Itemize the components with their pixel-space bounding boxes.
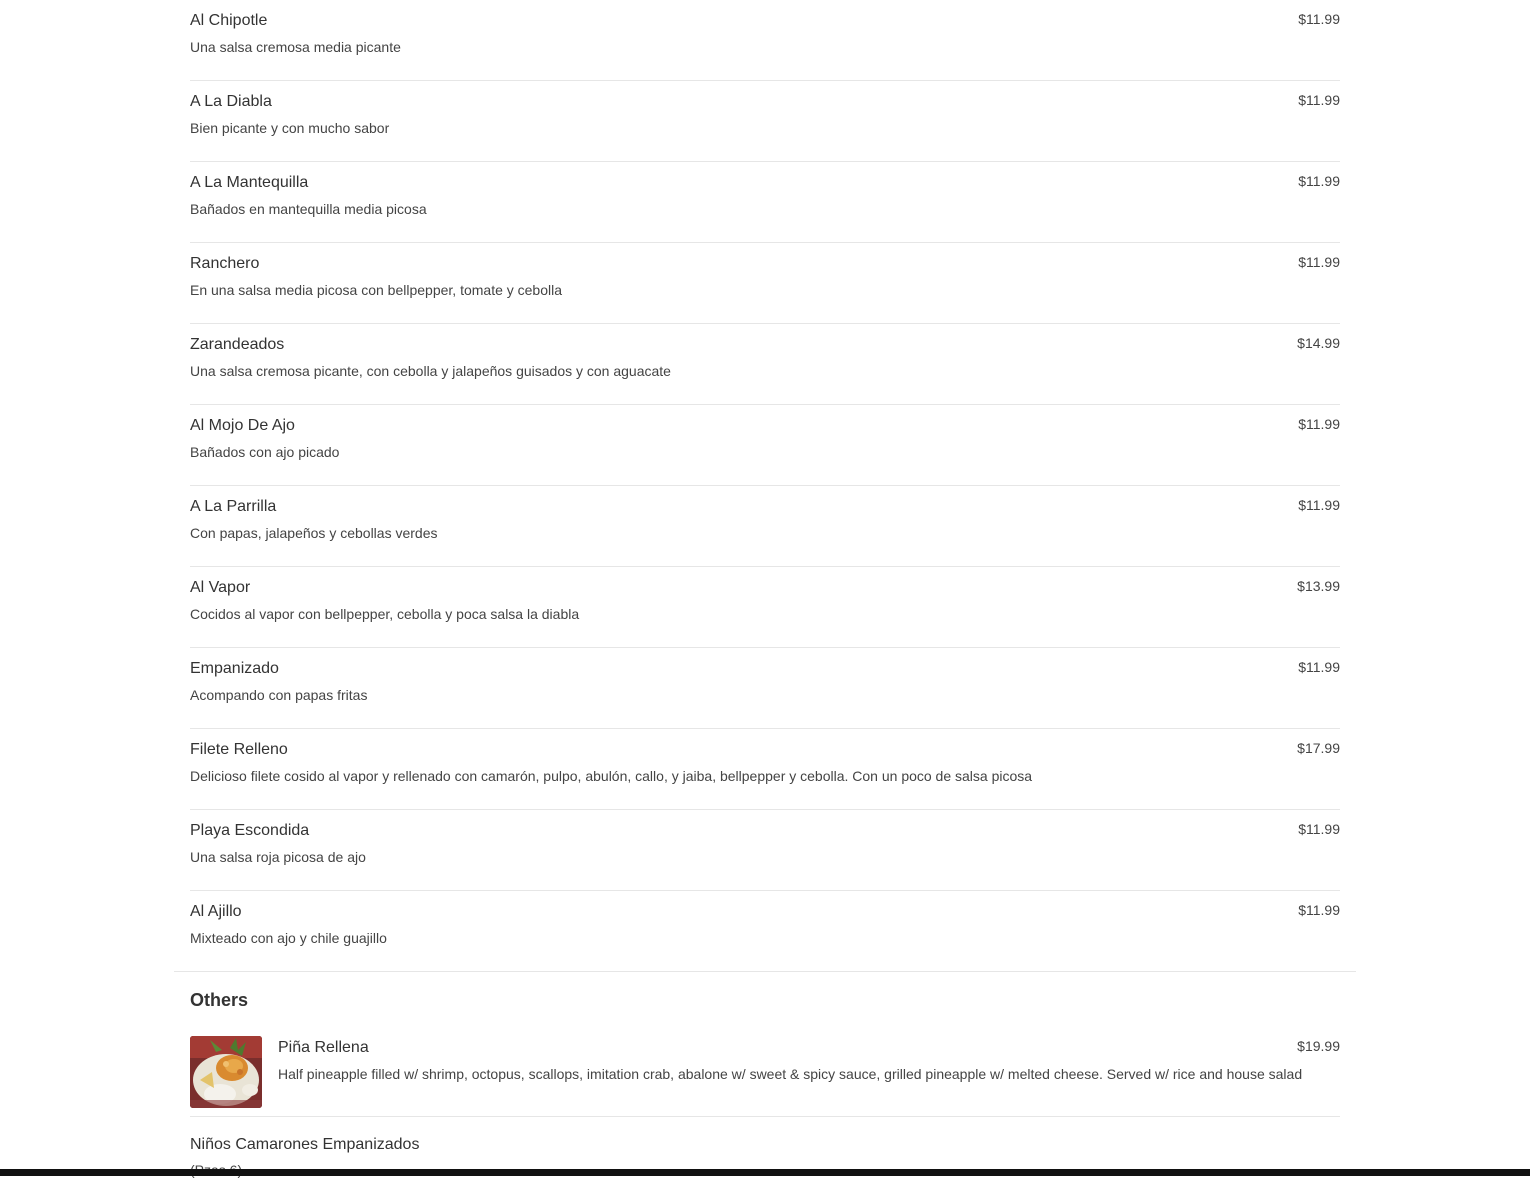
- menu-item[interactable]: Empanizado Acompando con papas fritas $11.…: [190, 648, 1340, 729]
- item-name[interactable]: Piña Rellena: [278, 1038, 369, 1058]
- item-name[interactable]: A La Mantequilla: [190, 173, 308, 193]
- item-description: Acompando con papas fritas: [190, 687, 368, 703]
- item-description: Cocidos al vapor con bellpepper, cebolla…: [190, 606, 580, 622]
- menu-item[interactable]: Filete Relleno Delicioso filete cosido al…: [190, 729, 1340, 810]
- item-description: En una salsa media picosa con bellpepper…: [190, 282, 563, 298]
- item-price: $11.99: [1298, 11, 1340, 27]
- item-price: $14.99: [1297, 335, 1340, 351]
- item-description: Una salsa cremosa picante, con cebolla y…: [190, 363, 671, 379]
- item-price: $11.99: [1298, 92, 1340, 108]
- item-name[interactable]: A La Diabla: [190, 92, 272, 112]
- menu-item[interactable]: A La Parrilla Con papas, jalapeños y cebo…: [190, 486, 1340, 567]
- item-name[interactable]: Al Chipotle: [190, 11, 267, 31]
- menu-item[interactable]: Al Vapor Cocidos al vapor con bellpepper,…: [190, 567, 1340, 648]
- menu-item-ninos-camarones-empanizados[interactable]: Niños Camarones Empanizados (Pzas 6): [190, 1117, 1340, 1178]
- item-description: Bien picante y con mucho sabor: [190, 120, 390, 136]
- menu-item[interactable]: Playa Escondida Una salsa roja picosa de …: [190, 810, 1340, 891]
- pineapple-dish-image: [190, 1036, 262, 1108]
- item-description: Half pineapple filled w/ shrimp, octopus…: [278, 1066, 1303, 1082]
- item-name[interactable]: Playa Escondida: [190, 821, 309, 841]
- item-name[interactable]: Al Mojo De Ajo: [190, 416, 295, 436]
- item-name[interactable]: A La Parrilla: [190, 497, 276, 517]
- menu-item-pina-rellena[interactable]: Piña Rellena Half pineapple filled w/ sh…: [190, 1028, 1340, 1117]
- mariscos-list: Al Chipotle Una salsa cremosa media pican…: [190, 0, 1340, 971]
- item-name[interactable]: Niños Camarones Empanizados: [190, 1135, 419, 1155]
- menu-item[interactable]: Ranchero En una salsa media picosa con be…: [190, 243, 1340, 324]
- item-price: $11.99: [1298, 416, 1340, 432]
- item-name[interactable]: Empanizado: [190, 659, 279, 679]
- item-name[interactable]: Filete Relleno: [190, 740, 288, 760]
- item-description: Una salsa cremosa media picante: [190, 39, 401, 55]
- pina-rellena-photo[interactable]: [190, 1036, 262, 1108]
- item-name[interactable]: Al Ajillo: [190, 902, 242, 922]
- menu-container: Al Chipotle Una salsa cremosa media pican…: [174, 0, 1356, 1178]
- item-price: $11.99: [1298, 254, 1340, 270]
- menu-item[interactable]: Al Mojo De Ajo Bañados con ajo picado $11.…: [190, 405, 1340, 486]
- item-description: Mixteado con ajo y chile guajillo: [190, 930, 387, 946]
- item-description: Bañados en mantequilla media picosa: [190, 201, 427, 217]
- section-heading: Others: [190, 972, 1340, 1028]
- item-price: $11.99: [1298, 821, 1340, 837]
- item-price: $11.99: [1298, 659, 1340, 675]
- item-price: $17.99: [1297, 740, 1340, 756]
- item-description: Una salsa roja picosa de ajo: [190, 849, 366, 865]
- menu-item[interactable]: Al Ajillo Mixteado con ajo y chile guajil…: [190, 891, 1340, 971]
- menu-item[interactable]: A La Diabla Bien picante y con mucho sabo…: [190, 81, 1340, 162]
- item-price: $11.99: [1298, 497, 1340, 513]
- others-section-title: Others: [190, 990, 249, 1010]
- menu-item[interactable]: Al Chipotle Una salsa cremosa media pican…: [190, 0, 1340, 81]
- item-name[interactable]: Ranchero: [190, 254, 259, 274]
- item-price: $11.99: [1298, 173, 1340, 189]
- others-section: Others Piña Rellena Half pineapple fille…: [174, 972, 1356, 1178]
- item-price: $19.99: [1297, 1038, 1340, 1054]
- item-name[interactable]: Al Vapor: [190, 578, 250, 598]
- item-name[interactable]: Zarandeados: [190, 335, 284, 355]
- menu-item[interactable]: A La Mantequilla Bañados en mantequilla m…: [190, 162, 1340, 243]
- item-price: $11.99: [1298, 902, 1340, 918]
- item-price: $13.99: [1297, 578, 1340, 594]
- item-description: Bañados con ajo picado: [190, 444, 340, 460]
- menu-item[interactable]: Zarandeados Una salsa cremosa picante, co…: [190, 324, 1340, 405]
- bottom-bar: [0, 1169, 1530, 1176]
- mariscos-section: Al Chipotle Una salsa cremosa media pican…: [174, 0, 1356, 971]
- item-description: Con papas, jalapeños y cebollas verdes: [190, 525, 438, 541]
- item-description: Delicioso filete cosido al vapor y relle…: [190, 768, 1033, 784]
